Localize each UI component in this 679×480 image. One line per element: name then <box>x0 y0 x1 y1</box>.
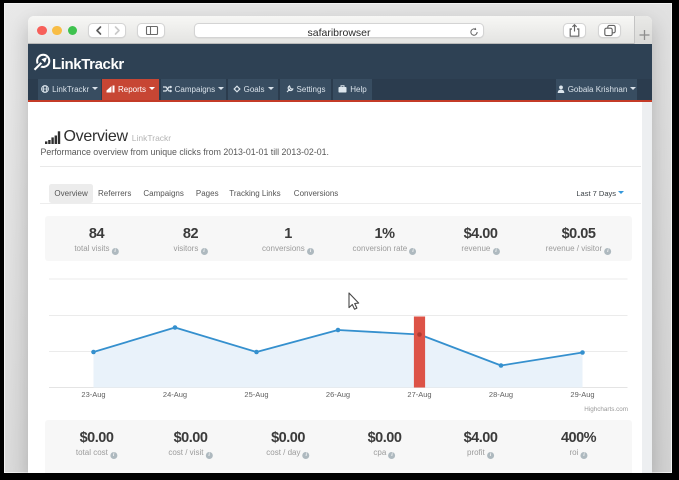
svg-text:26-Aug: 26-Aug <box>326 390 350 399</box>
svg-text:24-Aug: 24-Aug <box>163 390 187 399</box>
svg-text:28-Aug: 28-Aug <box>489 390 513 399</box>
svg-text:23-Aug: 23-Aug <box>81 390 105 399</box>
svg-text:27-Aug: 27-Aug <box>407 390 431 399</box>
svg-text:Highcharts.com: Highcharts.com <box>584 406 628 413</box>
svg-text:29-Aug: 29-Aug <box>570 390 594 399</box>
svg-text:25-Aug: 25-Aug <box>244 390 268 399</box>
